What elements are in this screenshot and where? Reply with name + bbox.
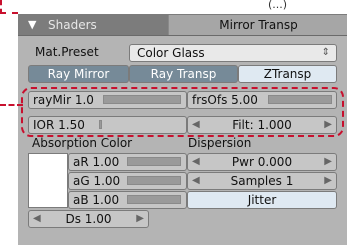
ray-transp-button[interactable]: Ray Transp [129,65,238,83]
mat-preset-label: Mat.Preset [35,45,99,59]
ray-mirror-label: Ray Mirror [47,67,110,81]
dispersion-title: Dispersion [188,136,252,150]
panel-tab-bar: ▼ Shaders Mirror Transp [18,14,347,36]
ab-slider[interactable]: aB 1.00 [68,191,187,209]
ztransp-label: ZTransp [263,67,312,81]
ar-slider[interactable]: aR 1.00 [68,153,187,171]
ds-field[interactable]: ◀ Ds 1.00 ▶ [28,210,149,228]
ds-label: Ds 1.00 [65,212,112,226]
callout-line [0,104,23,106]
mat-preset-value: Color Glass [137,46,205,60]
tab-mirror-transp-label: Mirror Transp [219,18,298,32]
absorption-color-title: Absorption Color [32,136,133,150]
material-panel: ▼ Shaders Mirror Transp Mat.Preset Color… [18,14,347,245]
ag-label: aG 1.00 [73,174,121,188]
updown-arrows-icon: ⇕ [321,47,330,58]
ztransp-button[interactable]: ZTransp [238,65,337,83]
ag-fill [127,176,181,185]
pwr-field[interactable]: ◀ Pwr 0.000 ▶ [187,153,337,171]
jitter-label: Jitter [247,193,277,207]
ar-fill [127,157,181,166]
arrow-right-icon[interactable]: ▶ [324,154,332,170]
arrow-right-icon[interactable]: ▶ [136,211,144,227]
absorption-color-swatch[interactable] [28,153,68,208]
jitter-button[interactable]: Jitter [187,191,337,209]
tab-shaders[interactable]: ▼ Shaders [18,15,168,35]
arrow-right-icon[interactable]: ▶ [324,173,332,189]
ray-mirror-button[interactable]: Ray Mirror [28,65,129,83]
ray-transp-label: Ray Transp [150,67,217,81]
samples-field[interactable]: ◀ Samples 1 ▶ [187,172,337,190]
tab-shaders-label: Shaders [48,18,97,32]
ab-label: aB 1.00 [73,193,120,207]
pwr-label: Pwr 0.000 [231,155,293,169]
ab-fill [127,195,181,204]
tab-mirror-transp[interactable]: Mirror Transp [168,15,347,35]
top-strip-label: (...) [268,0,288,11]
highlight-box [21,87,344,137]
mat-preset-dropdown[interactable]: Color Glass ⇕ [129,44,337,62]
ag-slider[interactable]: aG 1.00 [68,172,187,190]
top-strip: (...) [0,0,347,14]
callout-line-topbar [0,12,18,14]
ar-label: aR 1.00 [73,155,120,169]
samples-label: Samples 1 [230,174,294,188]
collapse-triangle-icon[interactable]: ▼ [28,15,36,35]
